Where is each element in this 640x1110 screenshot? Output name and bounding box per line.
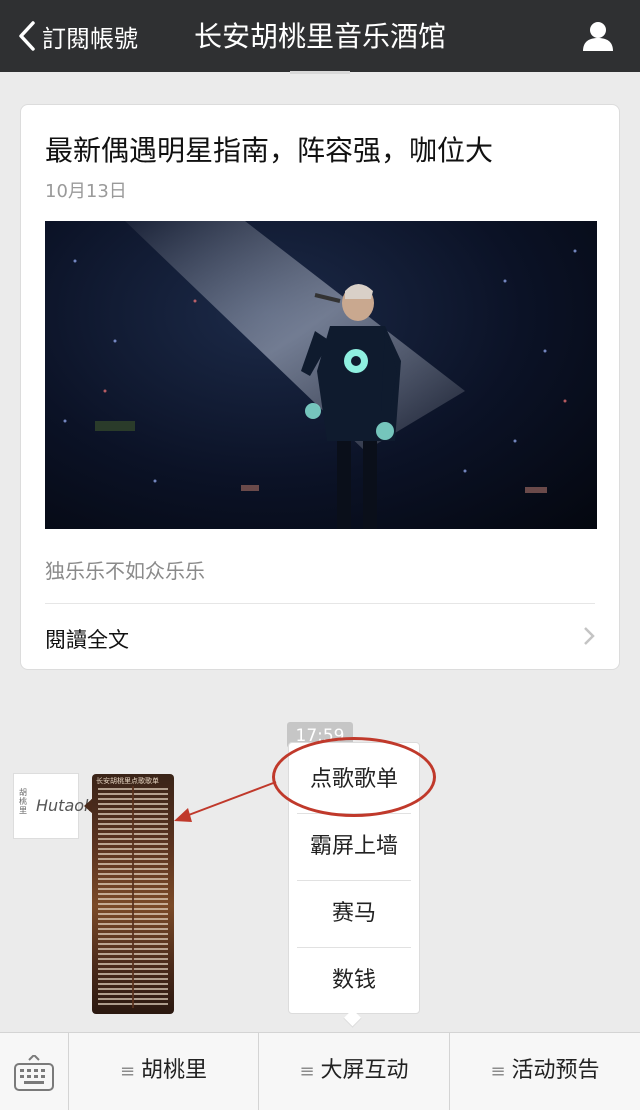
menu-item-screen-wall[interactable]: 霸屏上墙 <box>297 814 411 880</box>
menu-item-count-money[interactable]: 数钱 <box>297 948 411 1014</box>
menu-hamburger-icon: ≡ <box>119 1061 136 1082</box>
keyboard-icon <box>14 1055 54 1091</box>
menu-hamburger-icon: ≡ <box>490 1061 506 1082</box>
menu-button-label: 大屏互动 <box>320 1058 409 1083</box>
annotation-circle <box>272 737 436 817</box>
menu-hamburger-icon: ≡ <box>299 1061 315 1082</box>
menu-button-hutaoli[interactable]: ≡ 胡桃里 <box>69 1033 258 1110</box>
menu-button-events[interactable]: ≡ 活动预告 <box>450 1033 640 1110</box>
menu-item-horse-race[interactable]: 赛马 <box>297 881 411 947</box>
menu-button-big-screen[interactable]: ≡ 大屏互动 <box>259 1033 449 1110</box>
bottom-menu-bar: ≡ 胡桃里 ≡ 大屏互动 ≡ 活动预告 <box>0 1032 640 1110</box>
menu-button-label: 活动预告 <box>511 1058 600 1083</box>
menu-button-label: 胡桃里 <box>141 1058 208 1083</box>
keyboard-toggle-button[interactable] <box>0 1033 69 1110</box>
